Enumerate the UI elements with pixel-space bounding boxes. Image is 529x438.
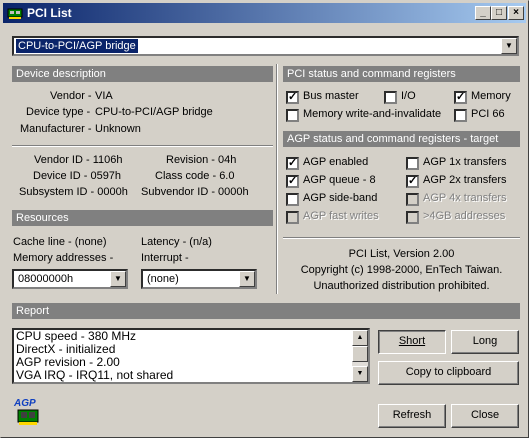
maximize-button[interactable]: □: [491, 6, 507, 20]
latency: Latency - (n/a): [141, 236, 212, 248]
report-textbox[interactable]: CPU speed - 380 MHz DirectX - initialize…: [12, 328, 370, 384]
agp-4x-checkbox: [406, 193, 419, 206]
about-copyright: Copyright (c) 1998-2000, EnTech Taiwan.: [300, 264, 503, 276]
chevron-down-icon[interactable]: ▼: [110, 271, 126, 287]
agp-1x-label: AGP 1x transfers: [423, 156, 507, 168]
memory-checkbox[interactable]: ✓: [454, 91, 467, 104]
resources-header: Resources: [12, 210, 273, 226]
close-button[interactable]: Close: [451, 404, 519, 428]
chevron-down-icon[interactable]: ▼: [501, 38, 517, 54]
agp-logo: AGP: [12, 398, 44, 426]
report-scrollbar[interactable]: ▲ ▼: [352, 330, 368, 382]
memory-addresses-value: 08000000h: [18, 273, 74, 285]
pci-status-header: PCI status and command registers: [283, 66, 520, 82]
maximize-icon: □: [495, 7, 503, 18]
agp-sideband-checkbox[interactable]: [286, 193, 299, 206]
pci66-checkbox[interactable]: [454, 109, 467, 122]
agp-queue-label: AGP queue - 8: [303, 174, 376, 186]
device-id: Device ID - 0597h: [33, 170, 122, 182]
agp-queue-checkbox[interactable]: ✓: [286, 175, 299, 188]
agp-fastwrites-label: AGP fast writes: [303, 210, 379, 222]
long-button[interactable]: Long: [451, 330, 519, 354]
agp-2x-label: AGP 2x transfers: [423, 174, 507, 186]
vendor-value: VIA: [95, 90, 113, 102]
about-notice: Unauthorized distribution prohibited.: [313, 280, 490, 292]
title-bar[interactable]: PCI List _ □ ×: [3, 3, 526, 23]
agp-logo-text: AGP: [14, 398, 36, 409]
revision: Revision - 04h: [166, 154, 237, 166]
scroll-down-icon[interactable]: ▼: [352, 366, 368, 382]
cache-line: Cache line - (none): [13, 236, 107, 248]
divider: [283, 237, 520, 239]
agp-sideband-label: AGP side-band: [303, 192, 378, 204]
device-select-value: CPU-to-PCI/AGP bridge: [16, 39, 138, 53]
interrupt-label: Interrupt -: [141, 252, 189, 264]
scroll-thumb[interactable]: [352, 346, 368, 362]
minimize-button[interactable]: _: [475, 6, 491, 20]
device-type-label: Device type -: [26, 106, 91, 118]
above-4gb-checkbox: [406, 211, 419, 224]
close-icon: ×: [513, 7, 519, 18]
agp-fastwrites-checkbox: [286, 211, 299, 224]
bus-master-label: Bus master: [303, 90, 359, 102]
report-line: VGA IRQ - IRQ11, not shared: [16, 368, 174, 382]
mwi-label: Memory write-and-invalidate: [303, 108, 442, 120]
memory-label: Memory: [471, 90, 511, 102]
device-description-header: Device description: [12, 66, 273, 82]
chevron-down-icon[interactable]: ▼: [239, 271, 255, 287]
pci-card-icon: [7, 8, 23, 19]
close-window-button[interactable]: ×: [508, 6, 524, 20]
agp-4x-label: AGP 4x transfers: [423, 192, 507, 204]
about-version: PCI List, Version 2.00: [348, 248, 455, 260]
interrupt-select[interactable]: (none) ▼: [141, 269, 257, 289]
agp-enabled-label: AGP enabled: [303, 156, 369, 168]
device-type-value: CPU-to-PCI/AGP bridge: [95, 106, 213, 118]
pci66-label: PCI 66: [471, 108, 505, 120]
agp-status-header: AGP status and command registers - targe…: [283, 131, 520, 147]
refresh-button[interactable]: Refresh: [378, 404, 446, 428]
agp-enabled-checkbox[interactable]: ✓: [286, 157, 299, 170]
memory-addresses-select[interactable]: 08000000h ▼: [12, 269, 128, 289]
manufacturer-label: Manufacturer -: [20, 123, 92, 135]
above-4gb-label: >4GB addresses: [423, 210, 506, 222]
agp-1x-checkbox[interactable]: [406, 157, 419, 170]
check-icon: ✓: [288, 157, 298, 169]
copy-to-clipboard-button[interactable]: Copy to clipboard: [378, 361, 519, 385]
class-code: Class code - 6.0: [155, 170, 235, 182]
scroll-up-icon[interactable]: ▲: [352, 330, 368, 346]
check-icon: ✓: [456, 91, 466, 103]
interrupt-value: (none): [147, 273, 179, 285]
agp-2x-checkbox[interactable]: ✓: [406, 175, 419, 188]
device-select[interactable]: CPU-to-PCI/AGP bridge ▼: [12, 36, 519, 56]
pci-list-window: PCI List _ □ × CPU-to-PCI/AGP bridge ▼ D…: [0, 0, 529, 438]
io-checkbox[interactable]: [384, 91, 397, 104]
vendor-label: Vendor -: [50, 90, 92, 102]
check-icon: ✓: [288, 91, 298, 103]
panel-divider: [276, 64, 278, 294]
vendor-id: Vendor ID - 1106h: [34, 154, 123, 166]
subsystem-id: Subsystem ID - 0000h: [19, 186, 128, 198]
manufacturer-value: Unknown: [95, 123, 141, 135]
report-header: Report: [12, 303, 520, 319]
subvendor-id: Subvendor ID - 0000h: [141, 186, 249, 198]
check-icon: ✓: [408, 175, 418, 187]
divider: [12, 145, 273, 147]
check-icon: ✓: [288, 175, 298, 187]
minimize-icon: _: [480, 7, 486, 18]
window-title: PCI List: [27, 6, 72, 20]
short-button[interactable]: Short: [378, 330, 446, 354]
memory-addresses-label: Memory addresses -: [13, 252, 114, 264]
mwi-checkbox[interactable]: [286, 109, 299, 122]
io-label: I/O: [401, 90, 416, 102]
bus-master-checkbox[interactable]: ✓: [286, 91, 299, 104]
